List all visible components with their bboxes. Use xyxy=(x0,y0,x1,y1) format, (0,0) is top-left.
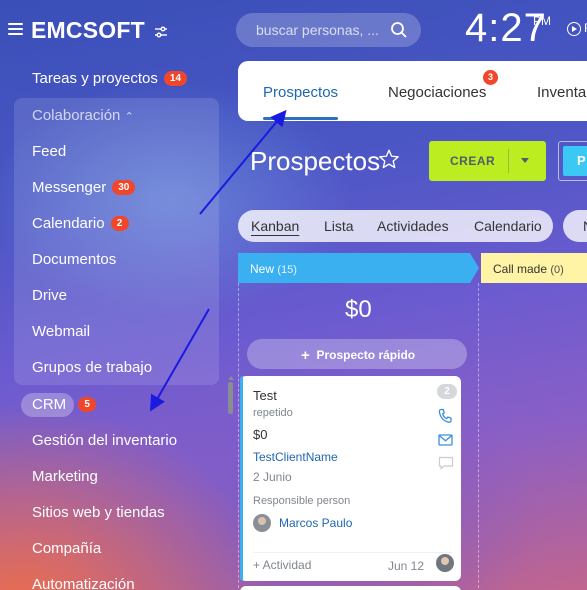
search-input[interactable]: buscar personas, ... xyxy=(256,22,379,38)
sidebar-item-feed[interactable]: Feed xyxy=(32,143,66,160)
column-name: Call made xyxy=(493,262,548,276)
sidebar-item-inventory[interactable]: Gestión del inventario xyxy=(32,432,177,449)
sidebar-item-drive[interactable]: Drive xyxy=(32,287,67,304)
tab-prospectos[interactable]: Prospectos xyxy=(263,84,338,101)
sidebar-item-documents[interactable]: Documentos xyxy=(32,251,116,268)
quick-add-label: Prospecto rápido xyxy=(316,348,416,362)
column-name: New xyxy=(250,262,275,276)
secondary-view-item[interactable]: N xyxy=(583,218,587,234)
create-button[interactable]: CREAR xyxy=(429,141,546,181)
company-logo[interactable]: EMCSOFT xyxy=(31,17,145,44)
view-list[interactable]: Lista xyxy=(324,218,354,234)
create-button-divider xyxy=(508,149,509,173)
add-activity-link[interactable]: + Actividad xyxy=(253,558,311,572)
column-count: (0) xyxy=(550,264,564,276)
crm-counter-badge: 5 xyxy=(78,397,97,412)
chevron-up-icon: ⌃ xyxy=(124,111,134,123)
sidebar-item-crm[interactable]: CRM 5 xyxy=(32,396,97,413)
sidebar-item-calendar[interactable]: Calendario 2 xyxy=(32,215,129,232)
card-date: 2 Junio xyxy=(253,470,292,484)
column-total-sum: $0 xyxy=(345,296,372,323)
sidebar-item-tasks[interactable]: Tareas y proyectos 14 xyxy=(32,70,188,87)
calendar-counter-badge: 2 xyxy=(110,216,129,231)
page-title: Prospectos xyxy=(250,146,381,176)
active-tab-underline xyxy=(263,117,338,120)
tasks-counter-badge: 14 xyxy=(163,71,188,86)
kanban-card[interactable] xyxy=(240,586,461,590)
clock-ampm: PM xyxy=(533,14,551,28)
sidebar-item-workgroups[interactable]: Grupos de trabajo xyxy=(32,359,152,376)
card-counter-badge: 2 xyxy=(437,384,457,399)
sidebar-item-automation[interactable]: Automatización xyxy=(32,576,135,590)
chevron-down-icon[interactable] xyxy=(521,158,529,163)
collaboration-group-panel xyxy=(14,98,219,385)
sidebar-group-collaboration[interactable]: Colaboración ⌃ xyxy=(32,107,134,124)
card-status-accent xyxy=(240,376,243,581)
tab-negociaciones[interactable]: Negociaciones xyxy=(388,84,486,101)
mail-icon[interactable] xyxy=(438,433,453,451)
card-divider xyxy=(253,552,453,553)
activity-date: Jun 12 xyxy=(388,559,425,573)
card-client-link[interactable]: TestClientName xyxy=(253,450,338,464)
messenger-counter-badge: 30 xyxy=(112,180,136,195)
view-kanban[interactable]: Kanban xyxy=(251,218,299,234)
quick-add-button[interactable]: + Prospecto rápido xyxy=(247,339,467,369)
tab-inventario[interactable]: Inventa xyxy=(537,84,586,101)
search-icon[interactable] xyxy=(390,21,408,44)
phone-icon[interactable] xyxy=(438,408,452,429)
create-button-label: CREAR xyxy=(450,154,496,168)
scroll-up-arrow-icon[interactable] xyxy=(228,376,234,380)
avatar[interactable] xyxy=(253,514,271,532)
view-calendar[interactable]: Calendario xyxy=(474,218,542,234)
sidebar-item-marketing[interactable]: Marketing xyxy=(32,468,98,485)
column-divider xyxy=(478,283,479,590)
responsible-label: Responsible person xyxy=(253,495,351,507)
extra-action-button-label: P xyxy=(577,153,586,168)
kanban-column-call-header[interactable]: Call made (0) xyxy=(481,253,587,283)
settings-sliders-icon[interactable] xyxy=(154,25,168,43)
column-divider xyxy=(238,283,239,590)
menu-hamburger-icon[interactable] xyxy=(8,23,23,35)
sidebar-item-messenger[interactable]: Messenger 30 xyxy=(32,179,136,196)
star-icon[interactable] xyxy=(378,148,400,175)
column-count: (15) xyxy=(277,264,297,276)
search-bar[interactable]: buscar personas, ... xyxy=(236,13,421,47)
sidebar-item-sites[interactable]: Sitios web y tiendas xyxy=(32,504,165,521)
card-subtitle: repetido xyxy=(253,407,293,419)
card-title[interactable]: Test xyxy=(253,388,277,403)
card-amount: $0 xyxy=(253,427,268,442)
view-activities[interactable]: Actividades xyxy=(377,218,449,234)
column-scrollbar[interactable] xyxy=(228,382,233,414)
sidebar-item-company[interactable]: Compañía xyxy=(32,540,101,557)
clock-time[interactable]: 4:27 xyxy=(465,6,547,51)
kanban-column-new-header[interactable]: New (15) xyxy=(238,253,479,283)
responsible-name-link[interactable]: Marcos Paulo xyxy=(279,516,352,530)
negociaciones-counter-badge: 3 xyxy=(483,70,498,85)
chat-icon[interactable] xyxy=(438,456,454,475)
kanban-card[interactable]: Test repetido $0 TestClientName 2 Junio … xyxy=(240,376,461,581)
sidebar-item-webmail[interactable]: Webmail xyxy=(32,323,90,340)
plus-icon: + xyxy=(301,347,310,364)
avatar[interactable] xyxy=(436,554,454,572)
play-icon[interactable] xyxy=(567,22,581,36)
